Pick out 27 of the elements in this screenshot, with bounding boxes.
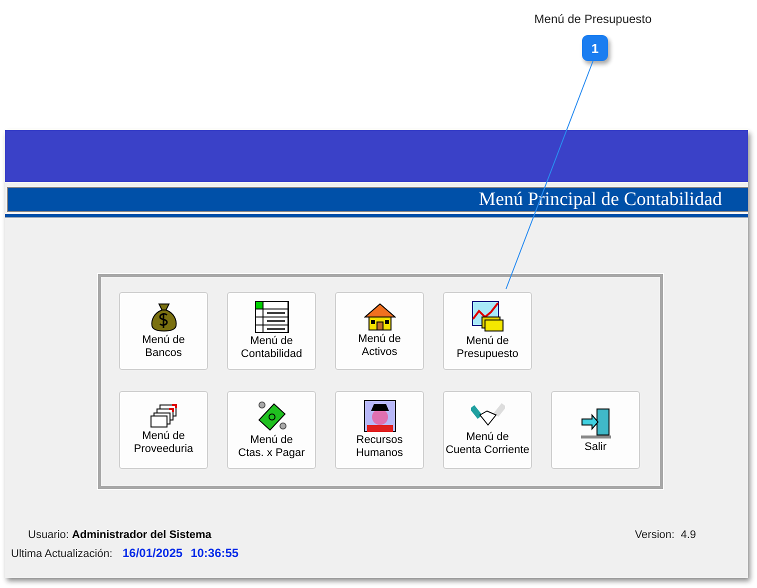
menu-button[interactable]: Menú de Activos (335, 292, 424, 370)
house-icon (364, 303, 396, 331)
version-number: 4.9 (680, 529, 696, 541)
menu-button[interactable]: Recursos Humanos (335, 391, 424, 469)
menu-button[interactable]: Menú de Cuenta Corriente (443, 391, 532, 469)
folders-icon (150, 404, 178, 428)
person-icon (364, 400, 396, 432)
spreadsheet-icon (254, 301, 288, 333)
chart-money-icon (472, 301, 504, 333)
menu-button[interactable]: Salir (551, 391, 640, 469)
menu-button[interactable]: Menú de Presupuesto (443, 292, 532, 370)
callout-label: Menú de Presupuesto (533, 12, 653, 26)
menu-button[interactable]: Menú de Ctas. x Pagar (227, 391, 316, 469)
menu-button[interactable]: Menú de Bancos (119, 292, 208, 370)
user-label: Usuario: (28, 529, 69, 541)
menu-button[interactable]: Menú de Proveeduria (119, 391, 208, 469)
money-bag-icon (150, 302, 178, 332)
menu-button[interactable]: Menú de Contabilidad (227, 292, 316, 370)
update-date: 16/01/2025 (122, 546, 183, 560)
update-time: 10:36:55 (190, 546, 239, 560)
exit-door-icon (580, 406, 610, 438)
version-label: Version: (634, 529, 675, 541)
window-title: Menú Principal de Contabilidad (478, 188, 722, 210)
updated-label: Ultima Actualización: (11, 548, 112, 560)
user-name: Administrador del Sistema (72, 529, 212, 541)
banknote-icon (256, 400, 288, 432)
callout-badge: 1 (582, 35, 608, 61)
